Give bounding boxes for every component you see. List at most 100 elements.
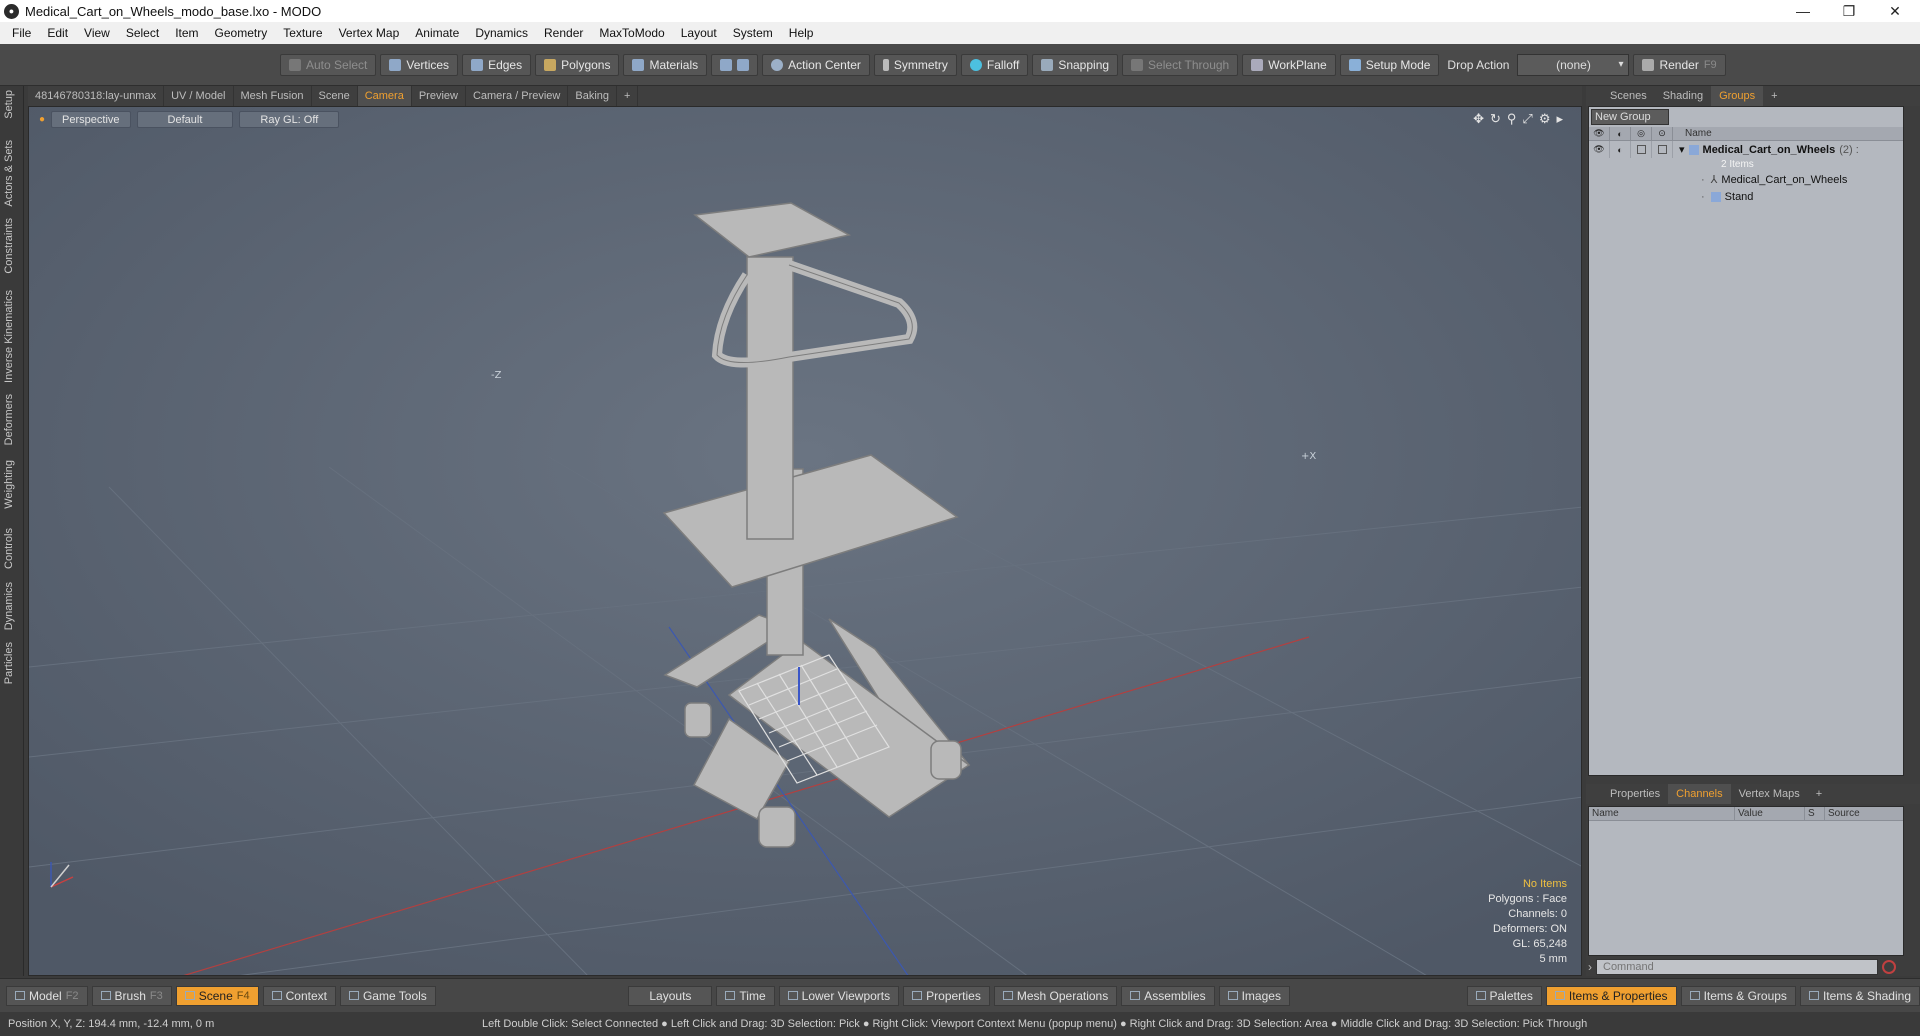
selection-mode-buttons[interactable] [711,53,759,76]
menu-system[interactable]: System [725,22,781,44]
tab-layout-unmax[interactable]: 48146780318:lay-unmax [28,86,165,106]
brush-layout-button[interactable]: Brush F3 [91,985,172,1006]
tab-mesh-fusion[interactable]: Mesh Fusion [234,86,312,106]
auto-select-button[interactable]: Auto Select [280,53,377,76]
setup-mode-button[interactable]: Setup Mode [1339,53,1440,76]
tab-properties[interactable]: Properties [1602,784,1668,804]
menu-texture[interactable]: Texture [275,22,330,44]
tab-preview[interactable]: Preview [412,86,466,106]
properties-button[interactable]: Properties [903,985,990,1006]
symmetry-button[interactable]: Symmetry [873,53,957,76]
menu-render[interactable]: Render [536,22,591,44]
falloff-button[interactable]: Falloff [960,53,1029,76]
tab-vertex-maps[interactable]: Vertex Maps [1731,784,1808,804]
tab-deformers[interactable]: Deformers [3,394,15,445]
maximize-icon[interactable]: ⤢ [1522,111,1532,127]
context-button[interactable]: Context [262,985,336,1006]
edges-button[interactable]: Edges [462,53,532,76]
tab-uv-model[interactable]: UV / Model [164,86,234,106]
assemblies-button[interactable]: Assemblies [1121,985,1215,1006]
tab-channels[interactable]: Channels [1668,784,1731,804]
menu-dynamics[interactable]: Dynamics [467,22,536,44]
tab-controls[interactable]: Controls [3,528,15,569]
zoom-icon[interactable]: ⚲ [1507,111,1517,127]
raygl-toggle[interactable]: Ray GL: Off [239,111,340,128]
expand-arrow-icon[interactable]: ▸ [1556,111,1563,127]
view-mode-button[interactable]: Perspective [51,111,131,128]
lock-toggle[interactable] [1631,141,1652,158]
tab-inverse-kinematics[interactable]: Inverse Kinematics [3,290,15,383]
menu-edit[interactable]: Edit [39,22,76,44]
render-toggle-icon[interactable]: ◐ [1610,141,1631,158]
pan-icon[interactable]: ✥ [1473,111,1484,127]
tab-groups[interactable]: Groups [1711,86,1764,106]
lock-checkbox[interactable] [1636,145,1646,154]
tab-baking[interactable]: Baking [568,86,618,106]
select-toggle[interactable] [1652,141,1673,158]
polygons-button[interactable]: Polygons [535,53,620,76]
lock-col-icon[interactable]: ◎ [1631,126,1652,141]
layouts-button[interactable]: Layouts [628,985,713,1006]
menu-maxtomodo[interactable]: MaxToModo [591,22,672,44]
menu-layout[interactable]: Layout [673,22,725,44]
time-button[interactable]: Time [716,985,775,1006]
game-tools-button[interactable]: Game Tools [339,985,436,1006]
tab-camera-preview[interactable]: Camera / Preview [466,86,569,106]
menu-select[interactable]: Select [118,22,167,44]
menu-vertex-map[interactable]: Vertex Map [331,22,408,44]
menu-file[interactable]: File [4,22,39,44]
restore-icon[interactable]: ❐ [1826,0,1872,22]
tab-actors-sets[interactable]: Actors & Sets [3,140,15,207]
group-row-root[interactable]: 👁 ◐ ▾ Medical_Cart_on_Wheels (2) : [1589,141,1903,158]
action-center-button[interactable]: Action Center [762,53,870,76]
select-col-icon[interactable]: ⊙ [1652,126,1673,141]
images-button[interactable]: Images [1218,985,1290,1006]
visibility-col-icon[interactable]: 👁 [1589,126,1610,141]
render-col-icon[interactable]: ◐ [1610,126,1631,141]
command-input[interactable] [1596,959,1878,975]
model-layout-button[interactable]: Model F2 [6,985,88,1006]
workplane-button[interactable]: WorkPlane [1242,53,1336,76]
shading-mode-button[interactable]: Default [136,111,234,128]
items-shading-button[interactable]: Items & Shading [1799,985,1920,1006]
expand-chevron-icon[interactable]: ▾ [1673,143,1685,156]
select-through-button[interactable]: Select Through [1122,53,1239,76]
render-button[interactable]: Render F9 [1633,53,1726,76]
drop-action-select[interactable]: (none) [1517,53,1630,76]
palettes-button[interactable]: Palettes [1466,985,1542,1006]
viewport-settings-icon[interactable]: ⚙ [1539,111,1551,127]
visibility-eye-icon[interactable]: 👁 [1589,141,1610,158]
mesh-operations-button[interactable]: Mesh Operations [993,985,1118,1006]
lower-viewports-button[interactable]: Lower Viewports [778,985,900,1006]
group-child-row[interactable]: · ⅄ Medical_Cart_on_Wheels [1589,171,1903,188]
select-checkbox[interactable] [1657,145,1667,154]
tab-particles[interactable]: Particles [3,642,15,684]
tab-camera[interactable]: Camera [357,86,412,106]
close-icon[interactable]: ✕ [1872,0,1918,22]
vertices-button[interactable]: Vertices [380,53,459,76]
menu-view[interactable]: View [76,22,118,44]
add-tab-button[interactable]: + [617,86,639,106]
group-child-row[interactable]: · Stand [1589,188,1903,205]
tab-constraints[interactable]: Constraints [3,218,15,274]
items-groups-button[interactable]: Items & Groups [1680,985,1796,1006]
rotate-icon[interactable]: ↻ [1490,111,1501,127]
tab-scenes[interactable]: Scenes [1602,86,1655,106]
menu-animate[interactable]: Animate [407,22,467,44]
minimize-icon[interactable]: — [1780,0,1826,22]
tab-weighting[interactable]: Weighting [3,460,15,509]
tab-dynamics[interactable]: Dynamics [3,582,15,630]
tab-scene[interactable]: Scene [312,86,358,106]
add-lower-tab-button[interactable]: + [1808,784,1830,804]
new-group-button[interactable]: New Group [1591,109,1669,125]
menu-geometry[interactable]: Geometry [207,22,276,44]
items-properties-button[interactable]: Items & Properties [1545,985,1677,1006]
command-record-icon[interactable] [1882,960,1896,974]
tab-shading[interactable]: Shading [1655,86,1711,106]
viewport-menu-dot-icon[interactable]: ● [39,114,45,125]
materials-button[interactable]: Materials [623,53,708,76]
menu-help[interactable]: Help [781,22,822,44]
snapping-button[interactable]: Snapping [1032,53,1119,76]
menu-item[interactable]: Item [167,22,206,44]
3d-viewport[interactable]: -Z +X ● Perspective Default Ray GL: Off … [28,106,1582,976]
